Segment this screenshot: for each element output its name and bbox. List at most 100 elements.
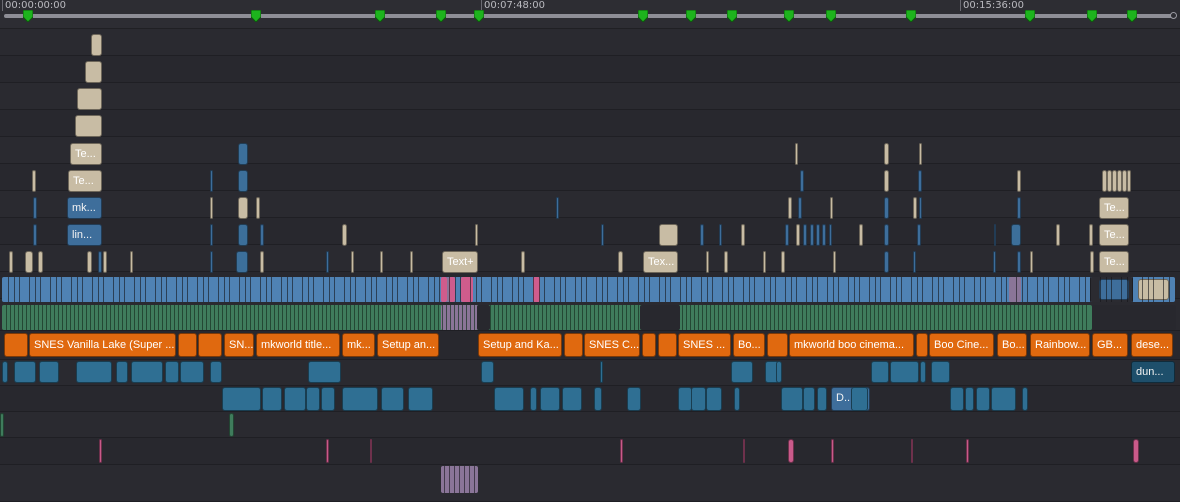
gap[interactable] — [640, 305, 680, 330]
audio-clip[interactable] — [381, 387, 404, 411]
title-clip[interactable] — [85, 61, 102, 83]
clip-sliver[interactable] — [719, 224, 722, 246]
audio-clip[interactable] — [911, 439, 913, 463]
clip-sliver[interactable] — [238, 197, 248, 219]
audio-clip[interactable]: Bo... — [733, 333, 765, 357]
clip-sliver[interactable] — [884, 197, 889, 219]
audio-clip[interactable] — [198, 333, 222, 357]
clip-sliver[interactable] — [795, 143, 798, 165]
clip-sliver[interactable] — [1011, 224, 1021, 246]
clip-sliver[interactable] — [210, 197, 213, 219]
audio-clip[interactable] — [658, 333, 677, 357]
clip-sliver[interactable] — [884, 224, 889, 246]
clip-sliver[interactable] — [130, 251, 133, 273]
audio-clip[interactable] — [180, 361, 204, 383]
title-clip[interactable]: Te... — [1099, 224, 1129, 246]
audio-clip[interactable]: SNES C... — [584, 333, 640, 357]
audio-clip[interactable] — [178, 333, 197, 357]
clip-sliver[interactable] — [859, 224, 863, 246]
clip-sliver[interactable] — [706, 251, 709, 273]
clip-sliver[interactable] — [32, 170, 36, 192]
clip-sliver[interactable] — [829, 224, 832, 246]
audio-clip[interactable]: SN... — [224, 333, 254, 357]
clip-sliver[interactable] — [521, 251, 525, 273]
audio-clip[interactable] — [116, 361, 128, 383]
clip-sliver[interactable] — [919, 143, 922, 165]
audio-clip[interactable] — [408, 387, 433, 411]
timeline-tracks[interactable] — [0, 29, 1180, 502]
audio-clip[interactable]: Setup an... — [377, 333, 439, 357]
gap[interactable] — [1092, 305, 1176, 330]
scrub-end-handle[interactable] — [1170, 12, 1177, 19]
clip-sliver[interactable] — [33, 197, 37, 219]
video-clip[interactable] — [1099, 279, 1129, 300]
audio-clip[interactable] — [370, 439, 372, 463]
audio-clip[interactable] — [781, 387, 803, 411]
audio-clip[interactable] — [481, 361, 494, 383]
audio-clip[interactable]: mk... — [342, 333, 375, 357]
audio-clip[interactable] — [691, 387, 706, 411]
clip[interactable] — [461, 277, 473, 302]
audio-clip[interactable] — [600, 361, 603, 383]
clip-sliver[interactable] — [1017, 170, 1021, 192]
audio-clip[interactable] — [1133, 439, 1139, 463]
clip-sliver[interactable] — [741, 224, 745, 246]
marker-icon[interactable] — [436, 10, 446, 22]
audio-clip[interactable] — [817, 387, 827, 411]
audio-clip[interactable] — [890, 361, 919, 383]
clip-sliver[interactable] — [25, 251, 33, 273]
marker-icon[interactable] — [686, 10, 696, 22]
clip-sliver[interactable] — [9, 251, 13, 273]
video-clip[interactable]: lin... — [67, 224, 102, 246]
title-clip[interactable] — [75, 115, 102, 137]
audio-clip[interactable] — [594, 387, 602, 411]
clip-sliver[interactable] — [1030, 251, 1033, 273]
clip-sliver[interactable] — [810, 224, 814, 246]
audio-clip[interactable] — [976, 387, 990, 411]
audio-clip[interactable] — [39, 361, 59, 383]
audio-clip[interactable] — [165, 361, 179, 383]
scrub-bar[interactable] — [4, 14, 1174, 18]
audio-clip[interactable] — [803, 387, 815, 411]
clip-sliver[interactable] — [913, 197, 917, 219]
audio-clip[interactable] — [788, 439, 794, 463]
clip-sliver[interactable] — [796, 224, 800, 246]
clip-sliver[interactable] — [103, 251, 107, 273]
audio-clip[interactable] — [14, 361, 36, 383]
clip-sliver[interactable] — [816, 224, 820, 246]
audio-clip[interactable]: Boo Cine... — [929, 333, 994, 357]
clip-sliver[interactable] — [917, 224, 921, 246]
clip-sliver[interactable] — [1090, 251, 1094, 273]
audio-clip[interactable] — [966, 439, 969, 463]
clip-sliver[interactable] — [800, 170, 804, 192]
audio-clip[interactable] — [916, 333, 928, 357]
clip-sliver[interactable] — [884, 251, 889, 273]
audio-clip[interactable] — [284, 387, 306, 411]
clip-sliver[interactable] — [210, 224, 213, 246]
title-clip[interactable]: Te... — [1099, 251, 1129, 273]
title-clip[interactable] — [659, 224, 678, 246]
audio-clip[interactable] — [131, 361, 163, 383]
audio-clip[interactable] — [871, 361, 889, 383]
audio-clip[interactable] — [627, 387, 641, 411]
clip-sliver[interactable] — [87, 251, 92, 273]
clip-sliver[interactable] — [822, 224, 826, 246]
audio-clip[interactable]: Rainbow... — [1030, 333, 1090, 357]
audio-clip[interactable] — [831, 439, 834, 463]
marker-icon[interactable] — [638, 10, 648, 22]
audio-clip[interactable] — [731, 361, 753, 383]
audio-clip[interactable] — [326, 439, 329, 463]
clip-sliver[interactable] — [410, 251, 413, 273]
audio-clip[interactable]: SNES ... — [678, 333, 731, 357]
marker-icon[interactable] — [906, 10, 916, 22]
audio-clip[interactable] — [734, 387, 740, 411]
marker-icon[interactable] — [784, 10, 794, 22]
marker-icon[interactable] — [474, 10, 484, 22]
clip-sliver[interactable] — [238, 170, 248, 192]
audio-clip[interactable]: dese... — [1131, 333, 1173, 357]
clip-sliver[interactable] — [351, 251, 354, 273]
audio-clip[interactable] — [965, 387, 974, 411]
title-clip[interactable]: Tex... — [643, 251, 678, 273]
clip-sliver[interactable] — [1056, 224, 1060, 246]
audio-clip[interactable] — [642, 333, 656, 357]
